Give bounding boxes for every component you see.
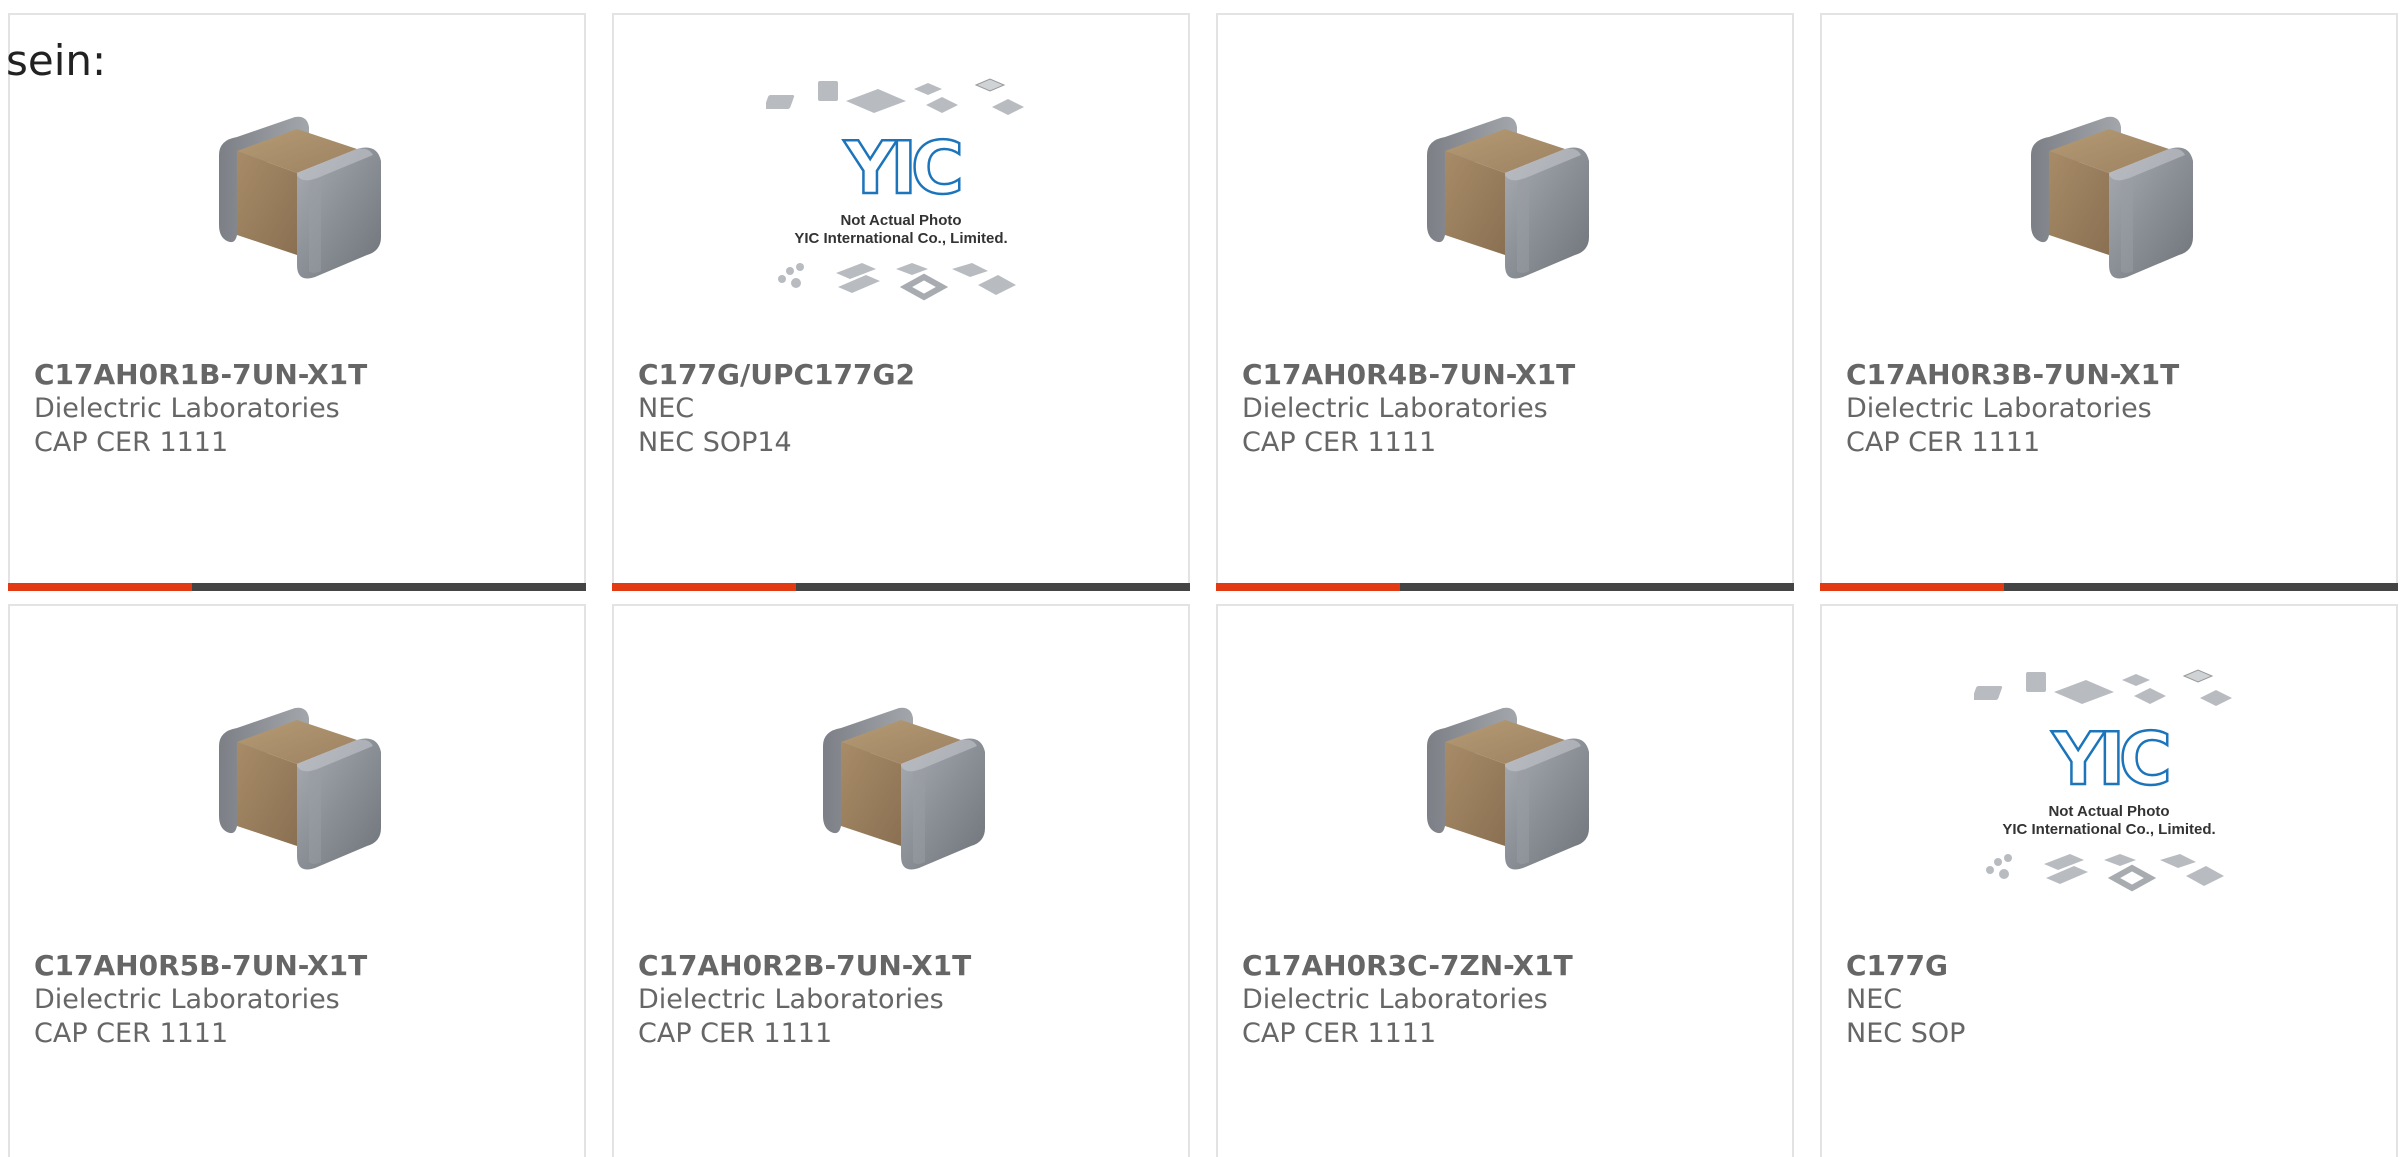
part-number-link[interactable]: C17AH0R3C-7ZN-X1T <box>1242 949 1772 983</box>
manufacturer-text: Dielectric Laboratories <box>1846 393 2152 424</box>
manufacturer-text: Dielectric Laboratories <box>638 984 944 1015</box>
card-progress-bar <box>612 583 1190 591</box>
product-image[interactable] <box>10 75 584 315</box>
manufacturer-text: Dielectric Laboratories <box>34 984 340 1015</box>
product-image[interactable] <box>1822 75 2396 315</box>
product-info: C177G NEC NEC SOP <box>1846 949 2376 1051</box>
description-text: CAP CER 1111 <box>1242 1018 1437 1049</box>
card-progress-bar <box>1820 583 2398 591</box>
product-info: C17AH0R4B-7UN-X1T Dielectric Laboratorie… <box>1242 358 1772 460</box>
card-progress-accent <box>1820 583 2004 591</box>
product-info: C17AH0R1B-7UN-X1T Dielectric Laboratorie… <box>34 358 564 460</box>
part-number-link[interactable]: C17AH0R4B-7UN-X1T <box>1242 358 1772 392</box>
product-image[interactable]: YIC Not Actual Photo YIC International C… <box>614 75 1188 315</box>
product-card[interactable]: YIC Not Actual Photo YIC International C… <box>612 13 1190 591</box>
description-text: CAP CER 1111 <box>638 1018 833 1049</box>
yic-placeholder-icon: YIC Not Actual Photo YIC International C… <box>1974 669 2232 892</box>
svg-text:YIC: YIC <box>843 126 960 210</box>
card-progress-accent <box>612 583 796 591</box>
description-text: CAP CER 1111 <box>1846 427 2041 458</box>
capacitor-chip-icon <box>1427 707 1589 870</box>
product-grid-page: sein: C17AH0R1B-7UN-X1T Dielectric Labor… <box>0 0 2400 1157</box>
manufacturer-text: NEC <box>638 393 695 424</box>
product-card[interactable]: C17AH0R1B-7UN-X1T Dielectric Laboratorie… <box>8 13 586 591</box>
product-card[interactable]: C17AH0R4B-7UN-X1T Dielectric Laboratorie… <box>1216 13 1794 591</box>
capacitor-chip-icon <box>219 707 381 870</box>
capacitor-chip-icon <box>823 707 985 870</box>
svg-text:YIC International Co., Limited: YIC International Co., Limited. <box>794 230 1007 247</box>
product-card[interactable]: C17AH0R3B-7UN-X1T Dielectric Laboratorie… <box>1820 13 2398 591</box>
description-text: NEC SOP14 <box>638 427 792 458</box>
manufacturer-text: NEC <box>1846 984 1903 1015</box>
product-image[interactable] <box>1218 666 1792 906</box>
description-text: CAP CER 1111 <box>1242 427 1437 458</box>
part-number-link[interactable]: C177G/UPC177G2 <box>638 358 1168 392</box>
part-number-link[interactable]: C177G <box>1846 949 2376 983</box>
manufacturer-text: Dielectric Laboratories <box>1242 984 1548 1015</box>
product-info: C17AH0R2B-7UN-X1T Dielectric Laboratorie… <box>638 949 1168 1051</box>
card-progress-bar <box>8 583 586 591</box>
part-number-link[interactable]: C17AH0R5B-7UN-X1T <box>34 949 564 983</box>
part-number-link[interactable]: C17AH0R3B-7UN-X1T <box>1846 358 2376 392</box>
svg-text:YIC: YIC <box>2051 717 2168 801</box>
product-image[interactable] <box>10 666 584 906</box>
product-card[interactable]: YIC Not Actual Photo YIC International C… <box>1820 604 2398 1157</box>
part-number-link[interactable]: C17AH0R1B-7UN-X1T <box>34 358 564 392</box>
product-card[interactable]: C17AH0R3C-7ZN-X1T Dielectric Laboratorie… <box>1216 604 1794 1157</box>
manufacturer-text: Dielectric Laboratories <box>1242 393 1548 424</box>
product-image[interactable]: YIC Not Actual Photo YIC International C… <box>1822 666 2396 906</box>
capacitor-chip-icon <box>1427 116 1589 279</box>
description-text: NEC SOP <box>1846 1018 1966 1049</box>
product-info: C17AH0R3C-7ZN-X1T Dielectric Laboratorie… <box>1242 949 1772 1051</box>
product-card[interactable]: C17AH0R2B-7UN-X1T Dielectric Laboratorie… <box>612 604 1190 1157</box>
yic-placeholder-icon: YIC Not Actual Photo YIC International C… <box>766 78 1024 301</box>
description-text: CAP CER 1111 <box>34 1018 229 1049</box>
intro-text: sein: <box>6 36 107 85</box>
product-card[interactable]: C17AH0R5B-7UN-X1T Dielectric Laboratorie… <box>8 604 586 1157</box>
svg-text:Not Actual Photo: Not Actual Photo <box>2048 803 2169 820</box>
product-info: C17AH0R5B-7UN-X1T Dielectric Laboratorie… <box>34 949 564 1051</box>
card-progress-accent <box>1216 583 1400 591</box>
manufacturer-text: Dielectric Laboratories <box>34 393 340 424</box>
product-grid: C17AH0R1B-7UN-X1T Dielectric Laboratorie… <box>8 13 2398 1157</box>
svg-text:Not Actual Photo: Not Actual Photo <box>840 212 961 229</box>
capacitor-chip-icon <box>219 116 381 279</box>
product-image[interactable] <box>614 666 1188 906</box>
card-progress-accent <box>8 583 192 591</box>
part-number-link[interactable]: C17AH0R2B-7UN-X1T <box>638 949 1168 983</box>
product-info: C177G/UPC177G2 NEC NEC SOP14 <box>638 358 1168 460</box>
description-text: CAP CER 1111 <box>34 427 229 458</box>
capacitor-chip-icon <box>2031 116 2193 279</box>
svg-text:YIC International Co., Limited: YIC International Co., Limited. <box>2002 821 2215 838</box>
product-info: C17AH0R3B-7UN-X1T Dielectric Laboratorie… <box>1846 358 2376 460</box>
card-progress-bar <box>1216 583 1794 591</box>
product-image[interactable] <box>1218 75 1792 315</box>
